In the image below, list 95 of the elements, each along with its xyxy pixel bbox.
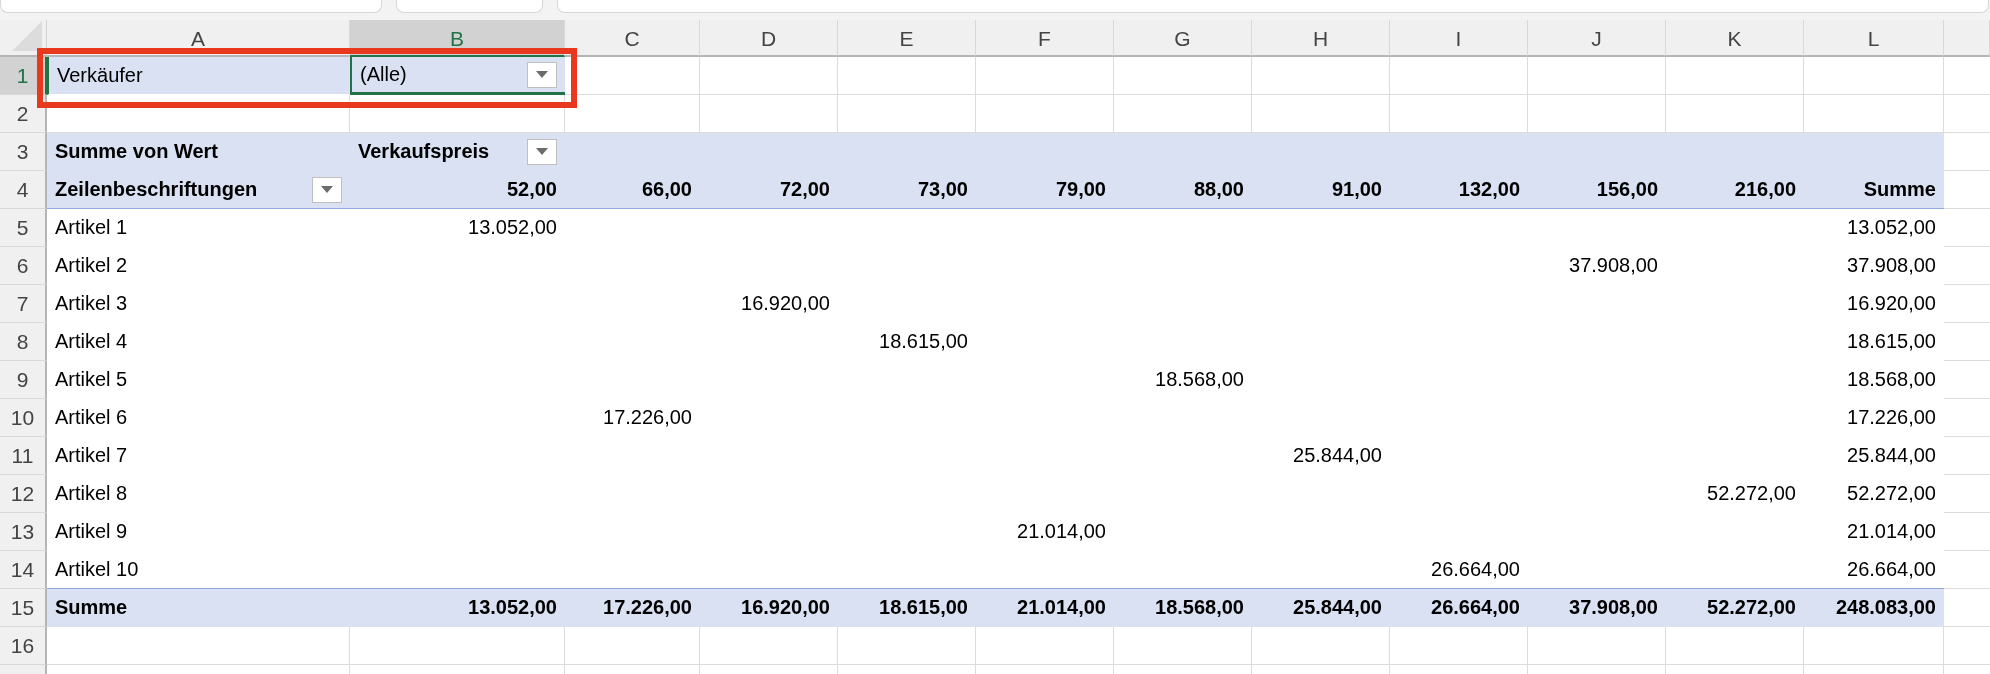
value-cell-text: 52.272,00 bbox=[1706, 481, 1797, 506]
total-cell-text: 25.844,00 bbox=[1292, 595, 1383, 620]
value-field-label: Summe von Wert bbox=[54, 139, 219, 164]
column-header[interactable] bbox=[1944, 20, 1990, 57]
column-label: 88,00 bbox=[1192, 177, 1245, 202]
row-label: Artikel 4 bbox=[54, 329, 129, 354]
column-label: 132,00 bbox=[1457, 177, 1521, 202]
total-cell-text: 52.272,00 bbox=[1706, 595, 1797, 620]
column-header[interactable]: L bbox=[1804, 20, 1944, 57]
select-all-corner[interactable] bbox=[0, 20, 47, 57]
column-field-label: Verkaufspreis bbox=[358, 140, 490, 163]
total-cell-text: 52.272,00 bbox=[1846, 481, 1937, 506]
column-label: 216,00 bbox=[1733, 177, 1797, 202]
row-number[interactable]: 3 bbox=[0, 133, 47, 171]
row-label: Artikel 8 bbox=[54, 481, 129, 506]
column-label: 66,00 bbox=[640, 177, 693, 202]
total-cell-text: 37.908,00 bbox=[1568, 595, 1659, 620]
value-cell-text: 17.226,00 bbox=[602, 405, 693, 430]
column-label: 91,00 bbox=[1330, 177, 1383, 202]
filter-label: Verkäufer bbox=[47, 57, 350, 95]
row-number[interactable]: 6 bbox=[0, 247, 47, 285]
column-label: 73,00 bbox=[916, 177, 969, 202]
dropdown-arrow-icon bbox=[536, 71, 548, 78]
row-number[interactable]: 14 bbox=[0, 551, 47, 589]
formula-bar[interactable] bbox=[557, 0, 1989, 13]
column-header[interactable]: F bbox=[976, 20, 1114, 57]
value-cell-text: 16.920,00 bbox=[740, 291, 831, 316]
total-cell-text: 13.052,00 bbox=[1846, 215, 1937, 240]
row-number[interactable]: 13 bbox=[0, 513, 47, 551]
dropdown-arrow-icon bbox=[321, 186, 333, 193]
toolbar-field[interactable] bbox=[396, 0, 543, 13]
row-number[interactable]: 4 bbox=[0, 171, 47, 209]
total-cell-text: 37.908,00 bbox=[1846, 253, 1937, 278]
filter-dropdown-button[interactable] bbox=[312, 176, 342, 203]
column-label: 79,00 bbox=[1054, 177, 1107, 202]
row-label: Artikel 7 bbox=[54, 443, 129, 468]
filter-value: (Alle) bbox=[360, 63, 407, 86]
row-number[interactable]: 9 bbox=[0, 361, 47, 399]
row-number[interactable]: 10 bbox=[0, 399, 47, 437]
total-cell-text: 17.226,00 bbox=[602, 595, 693, 620]
column-header[interactable]: J bbox=[1528, 20, 1666, 57]
value-cell-text: 25.844,00 bbox=[1292, 443, 1383, 468]
total-cell-text: 18.568,00 bbox=[1846, 367, 1937, 392]
row-label: Artikel 6 bbox=[54, 405, 129, 430]
column-header[interactable]: I bbox=[1390, 20, 1528, 57]
total-cell-text: 18.615,00 bbox=[1846, 329, 1937, 354]
total-cell-text: 13.052,00 bbox=[467, 595, 558, 620]
row-number[interactable]: 12 bbox=[0, 475, 47, 513]
column-label: 52,00 bbox=[505, 177, 558, 202]
row-label: Artikel 9 bbox=[54, 519, 129, 544]
row-label: Summe bbox=[54, 595, 129, 620]
row-label: Artikel 10 bbox=[54, 557, 140, 582]
row-number[interactable]: 15 bbox=[0, 589, 47, 627]
total-cell-text: 17.226,00 bbox=[1846, 405, 1937, 430]
total-cell-text: 21.014,00 bbox=[1846, 519, 1937, 544]
total-cell-text: 21.014,00 bbox=[1016, 595, 1107, 620]
column-label: 156,00 bbox=[1595, 177, 1659, 202]
value-cell-text: 18.568,00 bbox=[1154, 367, 1245, 392]
total-cell-text: 18.615,00 bbox=[878, 595, 969, 620]
value-cell-text: 21.014,00 bbox=[1016, 519, 1107, 544]
value-cell-text: 26.664,00 bbox=[1430, 557, 1521, 582]
total-cell-text: 18.568,00 bbox=[1154, 595, 1245, 620]
row-label: Artikel 2 bbox=[54, 253, 129, 278]
column-header[interactable]: K bbox=[1666, 20, 1804, 57]
column-header[interactable]: H bbox=[1252, 20, 1390, 57]
row-label: Artikel 1 bbox=[54, 215, 129, 240]
column-header[interactable]: G bbox=[1114, 20, 1252, 57]
row-label: Artikel 5 bbox=[54, 367, 129, 392]
row-number[interactable]: 16 bbox=[0, 627, 47, 665]
row-number[interactable]: 11 bbox=[0, 437, 47, 475]
filter-value-cell[interactable]: (Alle) bbox=[350, 57, 565, 95]
row-field-label: Zeilenbeschriftungen bbox=[55, 178, 258, 201]
column-label: 72,00 bbox=[778, 177, 831, 202]
value-cell-text: 13.052,00 bbox=[467, 215, 558, 240]
total-cell-text: 26.664,00 bbox=[1846, 557, 1937, 582]
column-header[interactable]: D bbox=[700, 20, 838, 57]
total-cell-text: 248.083,00 bbox=[1834, 595, 1937, 620]
total-cell-text: 16.920,00 bbox=[740, 595, 831, 620]
row-number[interactable]: 8 bbox=[0, 323, 47, 361]
row-number[interactable]: 5 bbox=[0, 209, 47, 247]
row-number[interactable]: 2 bbox=[0, 95, 47, 133]
row-label: Artikel 3 bbox=[54, 291, 129, 316]
filter-dropdown-button[interactable] bbox=[527, 61, 557, 88]
value-cell-text: 37.908,00 bbox=[1568, 253, 1659, 278]
column-label: Summe bbox=[1862, 177, 1937, 202]
total-cell-text: 25.844,00 bbox=[1846, 443, 1937, 468]
column-header[interactable]: E bbox=[838, 20, 976, 57]
total-cell-text: 16.920,00 bbox=[1846, 291, 1937, 316]
dropdown-arrow-icon bbox=[536, 148, 548, 155]
value-cell-text: 18.615,00 bbox=[878, 329, 969, 354]
name-box[interactable] bbox=[0, 0, 382, 13]
row-number[interactable]: 7 bbox=[0, 285, 47, 323]
column-header[interactable]: C bbox=[565, 20, 700, 57]
total-cell-text: 26.664,00 bbox=[1430, 595, 1521, 620]
filter-dropdown-button[interactable] bbox=[527, 138, 557, 165]
